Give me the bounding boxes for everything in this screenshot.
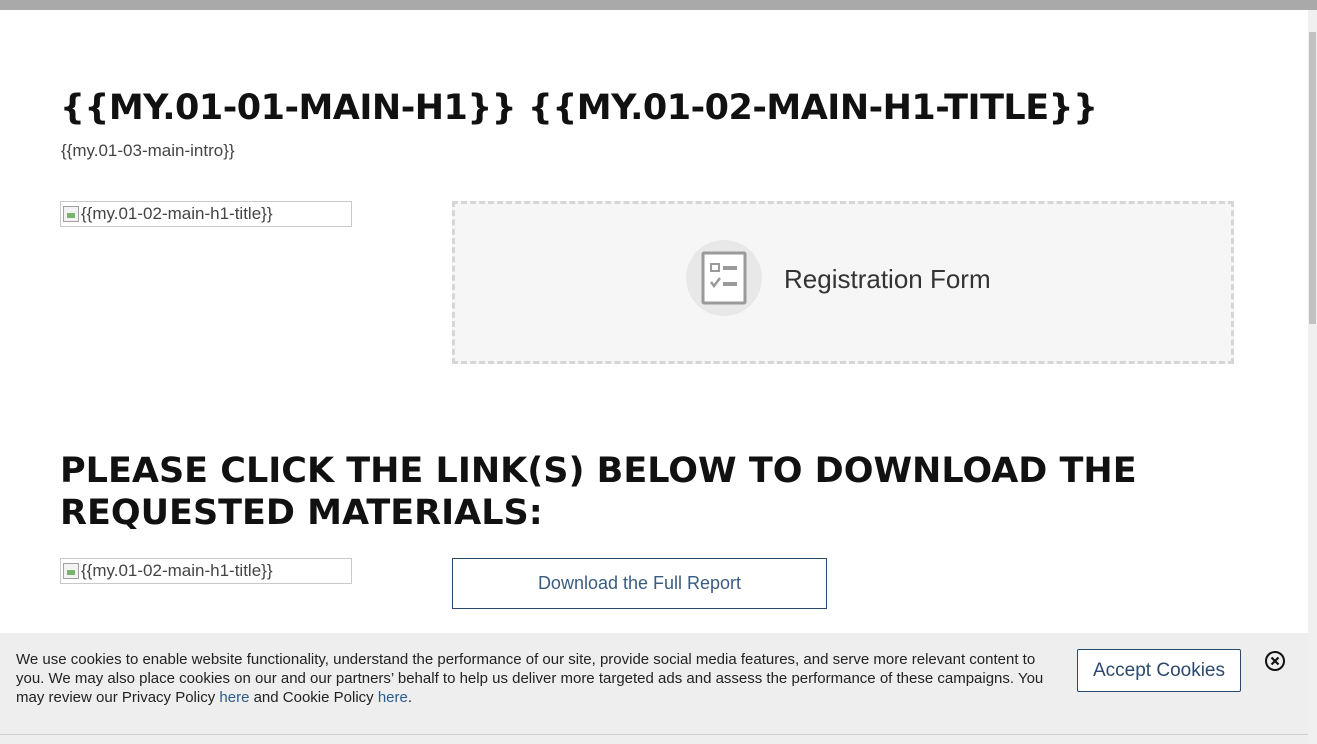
page-content: {{MY.01-01-MAIN-H1}} {{MY.01-02-MAIN-H1-…: [0, 10, 1308, 744]
browser-top-bar: [0, 0, 1317, 10]
page-bottom-border: [0, 734, 1308, 735]
page-title-part2: {{MY.01-02-MAIN-H1-TITLE}}: [527, 88, 1098, 128]
broken-image-icon: [63, 206, 79, 222]
privacy-policy-link[interactable]: here: [219, 689, 249, 706]
broken-image-icon: [63, 563, 79, 579]
page-title-part1: {{MY.01-01-MAIN-H1}}: [60, 88, 517, 128]
close-circle-icon[interactable]: [1264, 650, 1286, 672]
registration-form-label: Registration Form: [784, 264, 991, 294]
header-image: {{my.01-02-main-h1-title}}: [60, 201, 352, 227]
cookie-policy-link[interactable]: here: [378, 689, 408, 706]
report-image-alt: {{my.01-02-main-h1-title}}: [81, 561, 273, 580]
accept-cookies-button[interactable]: Accept Cookies: [1077, 649, 1241, 692]
page-title: {{MY.01-01-MAIN-H1}} {{MY.01-02-MAIN-H1-…: [60, 88, 1098, 128]
scrollbar-thumb[interactable]: [1309, 32, 1316, 324]
download-report-button[interactable]: Download the Full Report: [452, 558, 827, 609]
cookie-text-middle: and Cookie Policy: [249, 689, 378, 706]
header-image-alt: {{my.01-02-main-h1-title}}: [81, 204, 273, 223]
cookie-banner-text: We use cookies to enable website functio…: [16, 650, 1066, 707]
form-checklist-icon: [686, 240, 762, 316]
cookie-text-end: .: [407, 689, 413, 706]
download-heading: PLEASE CLICK THE LINK(S) BELOW TO DOWNLO…: [60, 451, 1137, 533]
cookie-banner: We use cookies to enable website functio…: [0, 633, 1308, 744]
page-intro: {{my.01-03-main-intro}}: [61, 141, 235, 160]
cookie-text-start: We use cookies to enable website functio…: [16, 651, 1044, 706]
registration-form-placeholder[interactable]: Registration Form: [452, 201, 1234, 364]
vertical-scrollbar[interactable]: [1308, 10, 1317, 744]
report-image: {{my.01-02-main-h1-title}}: [60, 558, 352, 584]
